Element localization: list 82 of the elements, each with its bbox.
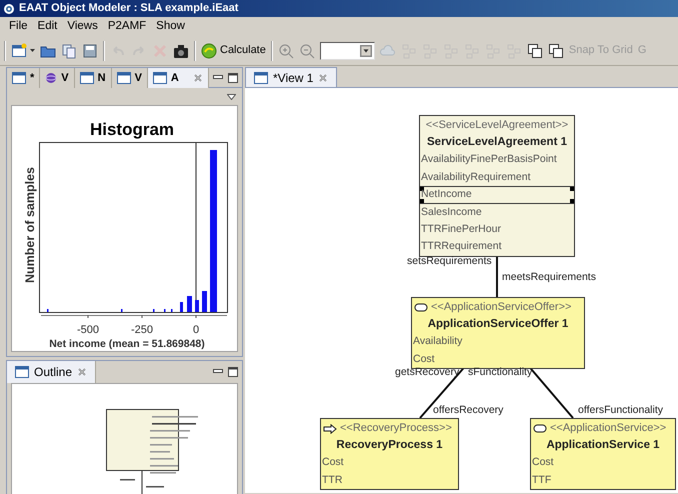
window-icon [116, 72, 131, 84]
connector-label: offersRecovery [433, 404, 504, 416]
attribute-row[interactable]: NetIncome [420, 186, 574, 204]
connector-label: offersFunctionality [578, 404, 664, 416]
menu-item[interactable]: Show [156, 18, 185, 36]
stereotype-label: <<ApplicationServiceOffer>> [431, 300, 572, 315]
attribute-row[interactable]: TTRFinePerHour [420, 221, 574, 238]
view-tab[interactable]: * [7, 68, 40, 88]
maximize-icon [228, 367, 238, 377]
attribute-row[interactable]: Cost [321, 454, 458, 472]
connector-label: setsRequirements [407, 255, 492, 267]
attribute-row[interactable]: TTRRequirement [420, 238, 574, 256]
camera-icon [173, 42, 189, 58]
zoom-combo[interactable] [320, 42, 375, 60]
toolbar-button[interactable] [173, 42, 189, 58]
overlap-squares-icon [526, 42, 543, 58]
toolbar-button[interactable] [548, 42, 564, 58]
class-name: RecoveryProcess 1 [335, 438, 444, 454]
caret-icon [30, 48, 35, 52]
class-name: ApplicationServiceOffer 1 [426, 317, 570, 332]
connector-label: meetsRequirements [502, 271, 596, 283]
outline-tab[interactable]: Outline [7, 361, 96, 383]
close-icon[interactable] [318, 72, 328, 82]
view-menu-icon[interactable] [227, 94, 236, 100]
view-tab[interactable]: N [74, 68, 112, 88]
window-icon [152, 72, 167, 84]
attribute-row[interactable]: Cost [412, 350, 584, 368]
stereotype-label: <<ServiceLevelAgreement>> [426, 118, 568, 133]
menu-item[interactable]: P2AMF [108, 18, 146, 36]
attribute-row[interactable]: Cost [531, 454, 675, 472]
capsule-icon [533, 424, 547, 434]
cloud-icon [380, 42, 396, 58]
new-file-icon [11, 42, 27, 58]
view-tab[interactable]: V [112, 68, 148, 88]
close-icon[interactable] [77, 367, 88, 377]
stereotype-label: <<ApplicationService>> [550, 421, 666, 436]
view-tab[interactable]: A [148, 68, 209, 88]
toolbar-button[interactable] [11, 42, 35, 58]
attribute-row[interactable]: AvailabilityRequirement [420, 168, 574, 186]
axis-label: Net income (mean = 51.869848) [49, 338, 205, 350]
attribute-row[interactable]: Availability [412, 333, 584, 351]
stereotype-label: <<RecoveryProcess>> [340, 421, 452, 436]
toolbar-button[interactable]: Calculate [201, 42, 266, 58]
dropdown-arrow-icon [360, 44, 372, 56]
class-box[interactable]: <<ApplicationService>> ApplicationService 1 Cost TTF [530, 418, 676, 490]
close-icon[interactable] [192, 73, 203, 83]
window-icon [12, 72, 26, 84]
overlap-squares-icon [548, 42, 564, 58]
attribute-row[interactable]: TTR [321, 472, 458, 490]
view-tab[interactable]: V [40, 68, 75, 88]
zoom-in-icon [278, 42, 294, 58]
editor-tab[interactable]: *View 1 [245, 67, 338, 87]
attribute-row[interactable]: SalesIncome [420, 204, 574, 222]
menu-item[interactable]: File [9, 18, 28, 36]
window-icon [15, 366, 29, 378]
chart-title: Histogram [90, 120, 174, 139]
class-name: ApplicationService 1 [545, 438, 661, 454]
window-icon [254, 72, 268, 84]
axis-label: Number of samples [23, 167, 37, 283]
class-box[interactable]: <<ServiceLevelAgreement>> ServiceLevelAgreement 1 AvailabilityFinePerBasisPoint AvailabilityRequirement NetIncome SalesIncome TTRFinePerHour TTRRequirement [419, 115, 575, 257]
copy-icon [61, 42, 77, 58]
capsule-icon [414, 303, 428, 312]
window-title: EAAT Object Modeler : SLA example.iEaat [19, 1, 238, 16]
attribute-row[interactable]: TTF [531, 472, 675, 490]
app-icon [3, 2, 15, 14]
sphere-icon [45, 72, 58, 84]
menu-item[interactable]: Views [67, 18, 98, 36]
toolbar-button[interactable] [82, 42, 98, 58]
save-icon [82, 42, 98, 58]
class-box[interactable]: <<RecoveryProcess>> RecoveryProcess 1 Cost TTR [320, 418, 459, 490]
zoom-out-icon [298, 42, 315, 58]
tick-label: 0 [192, 324, 200, 336]
class-name: ServiceLevelAgreement 1 [426, 135, 568, 150]
tick-label: -500 [76, 324, 100, 336]
attribute-row[interactable]: AvailabilityFinePerBasisPoint [420, 151, 574, 169]
window-icon [80, 72, 94, 84]
tick-label: -250 [130, 324, 154, 336]
toolbar-button[interactable] [526, 42, 543, 58]
arrow-icon [323, 424, 337, 434]
menu-item[interactable]: Edit [38, 18, 58, 36]
maximize-icon [228, 72, 238, 82]
calculate-icon [201, 42, 217, 58]
